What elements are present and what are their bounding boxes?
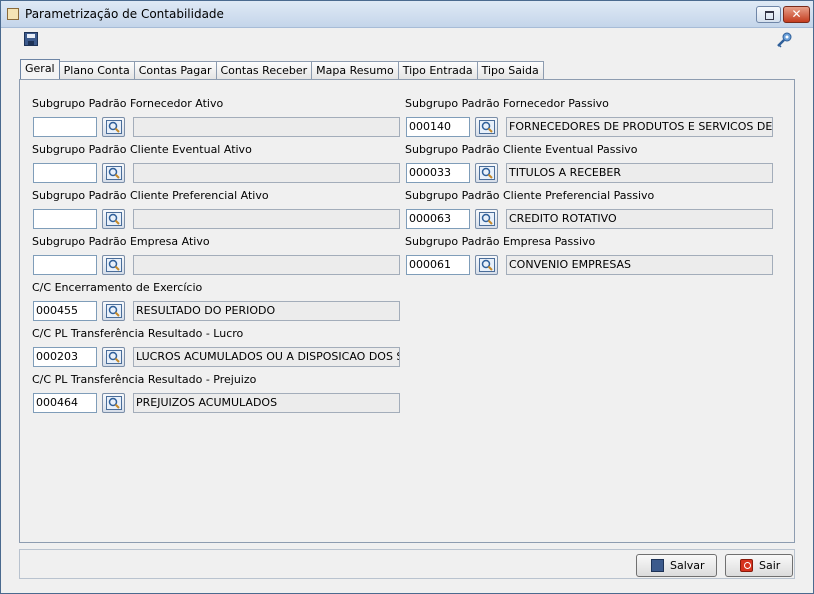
tab-contas-receber[interactable]: Contas Receber — [215, 61, 313, 79]
title-bar[interactable]: Parametrização de Contabilidade ✕ — [1, 1, 813, 28]
tab-plano-conta[interactable]: Plano Conta — [58, 61, 135, 79]
window-title: Parametrização de Contabilidade — [25, 7, 224, 21]
code-input-emp-ativo[interactable] — [33, 255, 97, 275]
save-icon[interactable] — [24, 32, 38, 46]
search-button-cli-ev-passivo[interactable] — [475, 163, 498, 183]
exit-button-label: Sair — [759, 559, 781, 572]
label-cli-ev-ativo: Subgrupo Padrão Cliente Eventual Ativo — [32, 143, 252, 156]
search-button-cli-ev-ativo[interactable] — [102, 163, 125, 183]
code-input-cc-prejuizo[interactable]: 000464 — [33, 393, 97, 413]
code-input-forn-ativo[interactable] — [33, 117, 97, 137]
desc-field-cc-prejuizo: PREJUIZOS ACUMULADOS — [133, 393, 400, 413]
search-button-emp-ativo[interactable] — [102, 255, 125, 275]
search-button-cc-encerramento[interactable] — [102, 301, 125, 321]
save-button-label: Salvar — [670, 559, 705, 572]
tab-contas-pagar[interactable]: Contas Pagar — [133, 61, 217, 79]
label-emp-ativo: Subgrupo Padrão Empresa Ativo — [32, 235, 210, 248]
search-button-forn-ativo[interactable] — [102, 117, 125, 137]
label-cc-prejuizo: C/C PL Transferência Resultado - Prejuiz… — [32, 373, 257, 386]
tab-geral[interactable]: Geral — [20, 59, 60, 79]
code-input-cli-ev-ativo[interactable] — [33, 163, 97, 183]
restore-button[interactable] — [756, 6, 781, 23]
close-button[interactable]: ✕ — [783, 6, 810, 23]
tab-bar: Geral Plano Conta Contas Pagar Contas Re… — [20, 59, 544, 80]
code-input-cli-pref-passivo[interactable]: 000063 — [406, 209, 470, 229]
code-input-cc-lucro[interactable]: 000203 — [33, 347, 97, 367]
desc-field-emp-ativo — [133, 255, 400, 275]
label-forn-passivo: Subgrupo Padrão Fornecedor Passivo — [405, 97, 609, 110]
desc-field-cli-ev-passivo: TITULOS A RECEBER — [506, 163, 773, 183]
desc-field-forn-passivo: FORNECEDORES DE PRODUTOS E SERVICOS DE A… — [506, 117, 773, 137]
tab-tipo-saida[interactable]: Tipo Saida — [476, 61, 544, 79]
code-input-cli-ev-passivo[interactable]: 000033 — [406, 163, 470, 183]
tab-tipo-entrada[interactable]: Tipo Entrada — [397, 61, 478, 79]
label-emp-passivo: Subgrupo Padrão Empresa Passivo — [405, 235, 596, 248]
desc-field-forn-ativo — [133, 117, 400, 137]
magnifier-icon — [479, 120, 495, 134]
desc-field-cli-pref-passivo: CREDITO ROTATIVO — [506, 209, 773, 229]
search-button-emp-passivo[interactable] — [475, 255, 498, 275]
desc-field-cli-ev-ativo — [133, 163, 400, 183]
footer-bar: Salvar Sair — [19, 549, 795, 579]
code-input-forn-passivo[interactable]: 000140 — [406, 117, 470, 137]
label-cc-lucro: C/C PL Transferência Resultado - Lucro — [32, 327, 244, 340]
desc-field-emp-passivo: CONVENIO EMPRESAS — [506, 255, 773, 275]
label-cli-pref-passivo: Subgrupo Padrão Cliente Preferencial Pas… — [405, 189, 655, 202]
label-cc-encerramento: C/C Encerramento de Exercício — [32, 281, 203, 294]
key-search-icon[interactable] — [776, 32, 792, 48]
app-icon — [7, 8, 19, 20]
magnifier-icon — [106, 258, 122, 272]
label-cli-ev-passivo: Subgrupo Padrão Cliente Eventual Passivo — [405, 143, 638, 156]
magnifier-icon — [106, 304, 122, 318]
magnifier-icon — [106, 212, 122, 226]
magnifier-icon — [479, 166, 495, 180]
label-forn-ativo: Subgrupo Padrão Fornecedor Ativo — [32, 97, 224, 110]
magnifier-icon — [106, 396, 122, 410]
save-icon — [651, 559, 664, 572]
label-cli-pref-ativo: Subgrupo Padrão Cliente Preferencial Ati… — [32, 189, 269, 202]
code-input-cc-encerramento[interactable]: 000455 — [33, 301, 97, 321]
search-button-cli-pref-passivo[interactable] — [475, 209, 498, 229]
tab-mapa-resumo[interactable]: Mapa Resumo — [311, 61, 399, 79]
search-button-forn-passivo[interactable] — [475, 117, 498, 137]
magnifier-icon — [106, 166, 122, 180]
close-icon: ✕ — [791, 7, 802, 21]
search-button-cc-lucro[interactable] — [102, 347, 125, 367]
search-button-cc-prejuizo[interactable] — [102, 393, 125, 413]
exit-button[interactable]: Sair — [725, 554, 793, 577]
code-input-emp-passivo[interactable]: 000061 — [406, 255, 470, 275]
tab-panel-geral: Subgrupo Padrão Fornecedor Ativo Subgrup… — [19, 79, 795, 543]
desc-field-cc-encerramento: RESULTADO DO PERIODO — [133, 301, 400, 321]
save-button[interactable]: Salvar — [636, 554, 717, 577]
magnifier-icon — [479, 258, 495, 272]
magnifier-icon — [479, 212, 495, 226]
main-window: Parametrização de Contabilidade ✕ Geral … — [0, 0, 814, 594]
desc-field-cc-lucro: LUCROS ACUMULADOS OU A DISPOSICAO DOS SO… — [133, 347, 400, 367]
magnifier-icon — [106, 120, 122, 134]
desc-field-cli-pref-ativo — [133, 209, 400, 229]
magnifier-icon — [106, 350, 122, 364]
power-icon — [740, 559, 753, 572]
code-input-cli-pref-ativo[interactable] — [33, 209, 97, 229]
search-button-cli-pref-ativo[interactable] — [102, 209, 125, 229]
